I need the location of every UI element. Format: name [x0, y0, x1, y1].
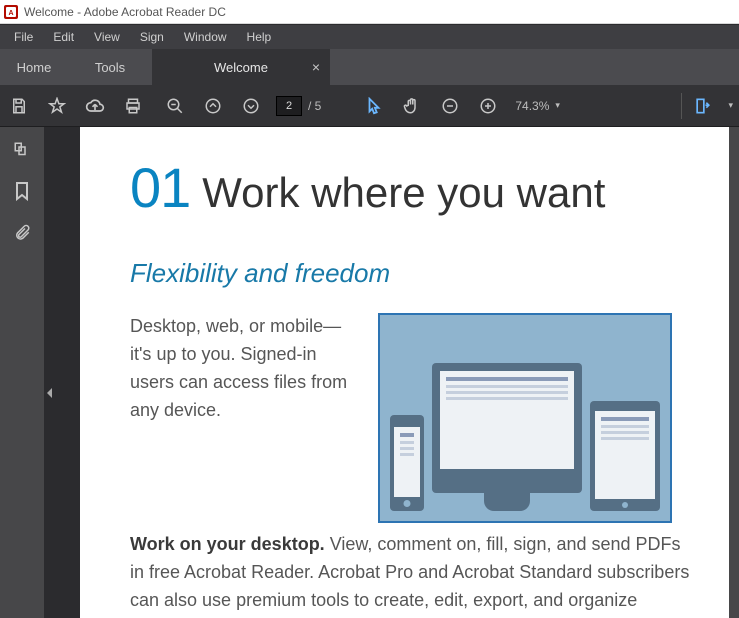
cursor-icon — [363, 95, 385, 117]
svg-text:A: A — [8, 10, 13, 17]
print-button[interactable] — [114, 85, 152, 127]
menu-window[interactable]: Window — [176, 27, 235, 47]
zoom-in-toolbar-button[interactable] — [469, 85, 507, 127]
attachment-icon[interactable] — [13, 223, 31, 243]
page-display-dropdown[interactable]: ▾ — [728, 100, 733, 111]
page-up-button[interactable] — [194, 85, 232, 127]
toolbar: / 5 74.3% ▾ ▾ — [0, 85, 739, 127]
print-icon — [122, 95, 144, 117]
collapse-rail-icon[interactable] — [46, 387, 54, 399]
window-title: Welcome - Adobe Acrobat Reader DC — [24, 5, 226, 19]
document-viewport[interactable]: 01 Work where you want Flexibility and f… — [80, 127, 729, 618]
hand-tool-button[interactable] — [393, 85, 431, 127]
toolbar-separator — [681, 93, 682, 119]
phone-graphic — [390, 415, 424, 511]
cloud-button[interactable] — [76, 85, 114, 127]
page-number-input[interactable] — [276, 96, 302, 116]
body-2-lead: Work on your desktop. — [130, 534, 325, 554]
tab-bar: Home Tools Welcome × — [0, 49, 739, 85]
menu-edit[interactable]: Edit — [45, 27, 82, 47]
tablet-graphic — [590, 401, 660, 511]
save-button[interactable] — [0, 85, 38, 127]
thumbnails-icon[interactable] — [13, 141, 31, 159]
body-paragraph-2: Work on your desktop. View, comment on, … — [130, 531, 690, 618]
page-display-button[interactable] — [684, 85, 722, 127]
tab-close-icon[interactable]: × — [312, 60, 320, 74]
tab-document-label: Welcome — [214, 60, 268, 75]
zoom-level-label: 74.3% — [515, 99, 549, 113]
star-icon — [46, 95, 68, 117]
plus-circle-icon — [477, 95, 499, 117]
monitor-graphic — [432, 363, 583, 493]
save-icon — [8, 95, 30, 117]
menu-file[interactable]: File — [6, 27, 41, 47]
devices-illustration — [378, 313, 672, 523]
menu-sign[interactable]: Sign — [132, 27, 172, 47]
page-fit-icon — [692, 95, 714, 117]
zoom-out-icon — [164, 95, 186, 117]
body-paragraph-1: Desktop, web, or mobile—it's up to you. … — [130, 313, 360, 523]
navigation-rail — [0, 127, 44, 618]
tab-home[interactable]: Home — [0, 49, 68, 85]
page-total-label: / 5 — [308, 99, 321, 113]
rail-gutter — [44, 127, 80, 618]
page-down-button[interactable] — [232, 85, 270, 127]
heading-text: Work where you want — [202, 169, 605, 217]
window-titlebar: A Welcome - Adobe Acrobat Reader DC — [0, 0, 739, 24]
arrow-down-circle-icon — [240, 95, 262, 117]
right-edge — [729, 127, 739, 618]
content-area: 01 Work where you want Flexibility and f… — [0, 127, 739, 618]
page-subheading: Flexibility and freedom — [130, 258, 679, 289]
menu-help[interactable]: Help — [239, 27, 280, 47]
minus-circle-icon — [439, 95, 461, 117]
zoom-out-toolbar-button[interactable] — [431, 85, 469, 127]
cloud-upload-icon — [84, 95, 106, 117]
zoom-dropdown-button[interactable]: ▾ — [555, 100, 560, 111]
zoom-out-button[interactable] — [156, 85, 194, 127]
menu-view[interactable]: View — [86, 27, 128, 47]
star-button[interactable] — [38, 85, 76, 127]
selection-tool-button[interactable] — [355, 85, 393, 127]
bookmark-icon[interactable] — [14, 181, 30, 201]
tab-document[interactable]: Welcome × — [152, 49, 330, 85]
page-heading: 01 Work where you want — [130, 155, 679, 220]
app-icon: A — [4, 5, 18, 19]
tab-tools[interactable]: Tools — [68, 49, 152, 85]
hand-icon — [401, 95, 423, 117]
arrow-up-circle-icon — [202, 95, 224, 117]
heading-number: 01 — [130, 155, 190, 220]
menubar: File Edit View Sign Window Help — [0, 24, 739, 49]
page-content: 01 Work where you want Flexibility and f… — [80, 127, 729, 618]
